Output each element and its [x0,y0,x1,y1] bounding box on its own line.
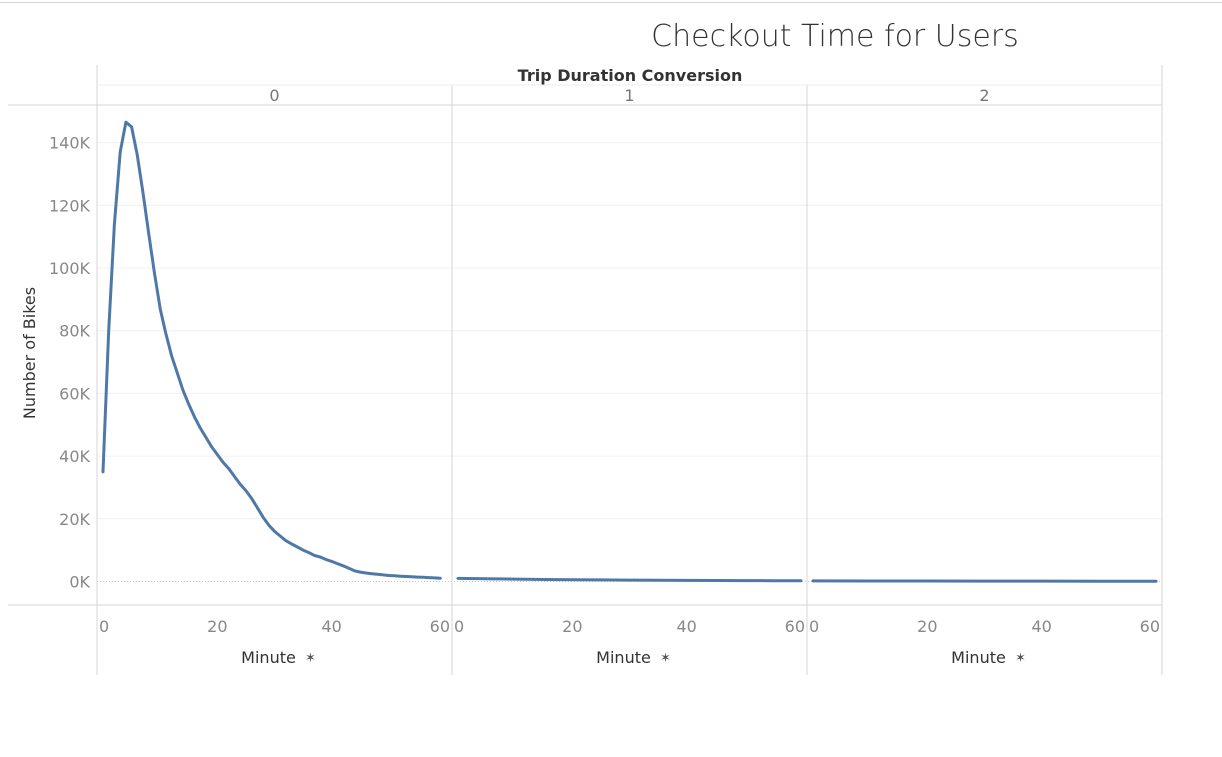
pin-icon: ✶ [305,651,316,666]
series-line-0[interactable] [101,120,442,580]
series-lines[interactable] [101,120,1158,583]
x-axis-title: Minute [241,648,296,667]
chart-frame [8,65,1163,675]
x-tick-label: 0 [809,617,819,636]
y-axis-title: Number of Bikes [20,287,39,419]
x-tick-label: 40 [321,617,341,636]
x-tick-label: 40 [1031,617,1051,636]
x-axis-ticks: 0 20 40 60 0 20 40 60 0 20 40 60 [99,617,1160,636]
pin-icon: ✶ [660,651,671,666]
x-tick-label: 20 [562,617,582,636]
y-tick-label: 60K [59,384,90,403]
chart-title: Checkout Time for Users [651,19,1019,54]
facet-label-2: 2 [979,86,989,105]
gridlines [97,142,1162,582]
x-tick-label: 0 [454,617,464,636]
x-axis-title: Minute [951,648,1006,667]
facet-labels: 0 1 2 [269,86,989,105]
y-tick-label: 140K [49,134,91,153]
y-tick-label: 20K [59,510,90,529]
x-axis-titles: Minute ✶ Minute ✶ Minute ✶ [241,648,1026,667]
y-tick-label: 40K [59,447,90,466]
x-tick-label: 40 [676,617,696,636]
x-tick-label: 20 [917,617,937,636]
facet-label-1: 1 [624,86,634,105]
facet-label-0: 0 [269,86,279,105]
y-tick-label: 100K [49,259,91,278]
x-tick-label: 60 [430,617,450,636]
x-tick-label: 60 [785,617,805,636]
x-axis-title: Minute [596,648,651,667]
x-tick-label: 0 [99,617,109,636]
x-tick-label: 60 [1140,617,1160,636]
facet-header: Trip Duration Conversion [518,66,743,85]
y-tick-label: 0K [69,572,90,591]
pin-icon: ✶ [1015,651,1026,666]
x-tick-label: 20 [207,617,227,636]
y-axis-ticks: 0K 20K 40K 60K 80K 100K 120K 140K [49,134,91,592]
series-line-1[interactable] [456,576,803,583]
y-tick-label: 80K [59,322,90,341]
faceted-line-chart: Checkout Time for Users Trip Duration Co… [8,19,1163,675]
y-tick-label: 120K [49,196,91,215]
